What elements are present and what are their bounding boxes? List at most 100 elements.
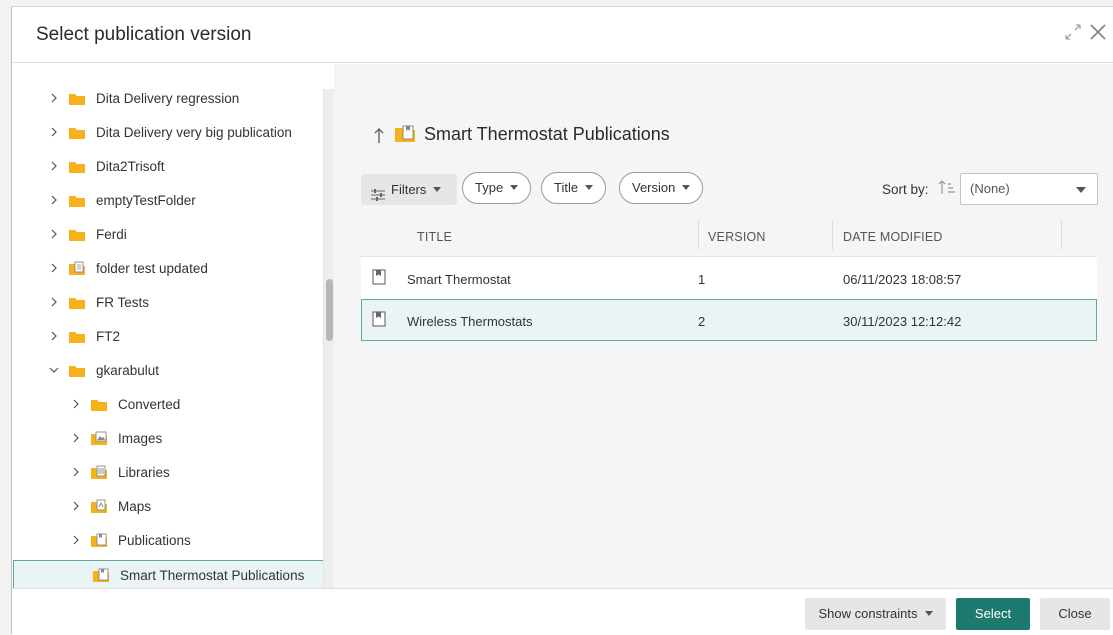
chevron-right-icon[interactable] (70, 432, 82, 444)
chevron-right-icon[interactable] (70, 398, 82, 410)
filter-pill-title[interactable]: Title (541, 172, 607, 204)
tree-item[interactable]: emptyTestFolder (12, 186, 323, 216)
folder-icon (68, 193, 86, 209)
library-folder-icon (90, 465, 108, 481)
tree-item[interactable]: gkarabulut (12, 356, 323, 386)
chevron-right-icon[interactable] (48, 296, 60, 308)
column-separator[interactable] (698, 220, 699, 250)
chevron-down-icon[interactable] (48, 364, 60, 376)
tree-item[interactable]: Dita Delivery regression (12, 84, 323, 114)
row-date-modified: 30/11/2023 12:12:42 (843, 314, 962, 329)
filter-pill-version[interactable]: Version (619, 172, 704, 204)
row-date-modified: 06/11/2023 18:08:57 (843, 272, 962, 287)
current-folder-title: Smart Thermostat Publications (424, 124, 670, 144)
tree-item-label: Publications (118, 533, 191, 548)
chevron-right-icon[interactable] (70, 466, 82, 478)
sort-select[interactable]: (None) (960, 173, 1098, 205)
tree-item[interactable]: FR Tests (12, 288, 323, 318)
dialog-footer: Show constraints Select Close (12, 588, 1113, 635)
folder-icon (68, 159, 86, 175)
tree-item[interactable]: Maps (12, 492, 323, 522)
close-button[interactable]: Close (1040, 598, 1110, 630)
chevron-right-icon[interactable] (48, 160, 60, 172)
tree-item-label: Smart Thermostat Publications (120, 568, 305, 583)
publication-folder-icon (90, 533, 108, 549)
caret-down-icon (433, 187, 442, 193)
caret-down-icon (510, 185, 519, 191)
tree-item-label: Maps (118, 499, 152, 514)
chevron-right-icon[interactable] (70, 534, 82, 546)
tree-item[interactable]: folder test updated (12, 254, 323, 284)
column-header-version[interactable]: VERSION (708, 230, 766, 244)
sort-ascending-icon[interactable] (938, 179, 956, 200)
tree-item[interactable]: Libraries (12, 458, 323, 488)
filters-icon (370, 182, 386, 213)
table-row[interactable]: Smart Thermostat 1 06/11/2023 18:08:57 (361, 257, 1097, 299)
content-pane: Smart Thermostat Publications Filters Ty… (334, 64, 1113, 588)
chevron-right-icon[interactable] (48, 228, 60, 240)
tree-item-label: Dita Delivery regression (96, 91, 240, 106)
folder-icon (68, 329, 86, 345)
filters-button[interactable]: Filters (361, 174, 457, 205)
tree-item[interactable]: Images (12, 424, 323, 454)
column-separator[interactable] (832, 220, 833, 250)
chevron-right-icon[interactable] (48, 262, 60, 274)
select-button[interactable]: Select (956, 598, 1030, 630)
map-folder-icon (90, 499, 108, 515)
chevron-right-icon[interactable] (48, 330, 60, 342)
column-header-date-modified[interactable]: DATE MODIFIED (843, 230, 943, 244)
row-title: Wireless Thermostats (407, 314, 533, 329)
folder-icon (68, 125, 86, 141)
filter-pill-label: Version (632, 180, 676, 195)
show-constraints-button[interactable]: Show constraints (805, 598, 946, 630)
folder-icon (68, 227, 86, 243)
column-header-title[interactable]: TITLE (417, 230, 452, 244)
tree-item[interactable]: Converted (12, 390, 323, 420)
expand-diagonal-icon[interactable] (1062, 21, 1084, 48)
folder-icon (68, 363, 86, 379)
tree-item-label: FR Tests (96, 295, 150, 310)
filter-pill-label: Title (554, 180, 579, 195)
tree-item[interactable]: Smart Thermostat Publications (13, 560, 324, 588)
tree-item-label: Dita2Trisoft (96, 159, 165, 174)
tree-scrollbar-thumb[interactable] (326, 279, 333, 341)
publication-icon (372, 269, 386, 285)
filter-pill-type[interactable]: Type (462, 172, 532, 204)
chevron-right-icon[interactable] (48, 92, 60, 104)
chevron-right-icon[interactable] (48, 194, 60, 206)
column-separator[interactable] (1061, 220, 1062, 250)
folder-tree: Dita Delivery regression Dita Delivery ve… (12, 64, 334, 588)
close-icon[interactable] (1087, 21, 1109, 48)
tree-item[interactable]: Publications (12, 526, 323, 556)
row-version: 2 (698, 314, 706, 329)
chevron-right-icon[interactable] (48, 126, 60, 138)
tree-item-label: Ferdi (96, 227, 127, 242)
tree-item-label: folder test updated (96, 261, 208, 276)
tree-scrollbar[interactable] (323, 89, 334, 589)
document-folder-icon (68, 261, 86, 277)
dialog-title: Select publication version (36, 24, 252, 45)
table-row[interactable]: Wireless Thermostats 2 30/11/2023 12:12:… (361, 299, 1097, 341)
tree-item[interactable]: Ferdi (12, 220, 323, 250)
tree-item[interactable]: Dita Delivery very big publication (12, 118, 323, 148)
tree-item-label: Dita Delivery very big publication (96, 125, 292, 140)
filter-pill-label: Type (475, 180, 504, 195)
tree-item-label: gkarabulut (96, 363, 160, 378)
caret-down-icon (585, 185, 594, 191)
caret-down-icon (924, 611, 933, 617)
folder-icon (90, 397, 108, 413)
chevron-right-icon[interactable] (70, 500, 82, 512)
publication-folder-icon (92, 568, 110, 584)
tree-item-label: emptyTestFolder (96, 193, 196, 208)
caret-down-icon (682, 185, 691, 191)
tree-item-label: Libraries (118, 465, 170, 480)
navigate-up-icon[interactable] (372, 125, 386, 150)
tree-item[interactable]: Dita2Trisoft (12, 152, 323, 182)
publication-folder-icon (394, 124, 416, 149)
tree-item[interactable]: FT2 (12, 322, 323, 352)
select-publication-version-dialog: Select publication version Dita Delivery… (11, 6, 1113, 635)
folder-icon (68, 91, 86, 107)
folder-icon (68, 295, 86, 311)
show-constraints-label: Show constraints (818, 606, 918, 621)
dialog-header: Select publication version (12, 7, 1113, 63)
